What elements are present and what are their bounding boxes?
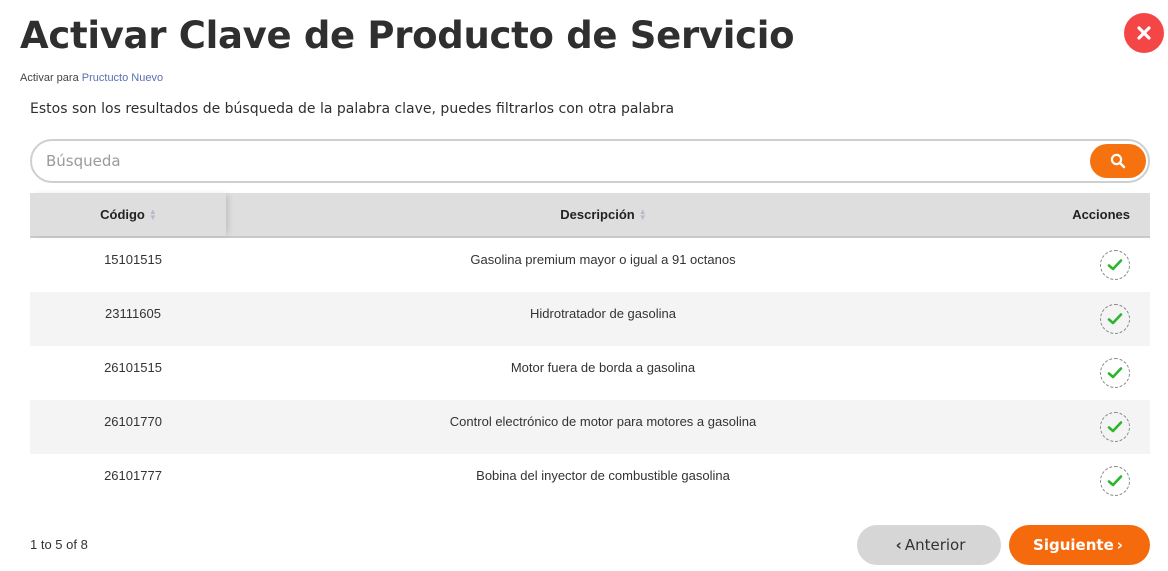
row-actions xyxy=(970,358,1150,388)
page-title: Activar Clave de Producto de Servicio xyxy=(20,14,795,57)
table-header: Código ▲ ▼ Descripción ▲ ▼ Acciones xyxy=(30,193,1150,238)
row-code: 15101515 xyxy=(104,251,162,267)
breadcrumb: Activar para Pructucto Nuevo xyxy=(20,72,163,84)
row-description: Hidrotratador de gasolina xyxy=(530,305,676,321)
table-row: 26101777 Bobina del inyector de combusti… xyxy=(30,454,1150,508)
column-header-description[interactable]: Descripción ▲ ▼ xyxy=(226,193,980,236)
search-bar xyxy=(30,139,1150,183)
row-actions xyxy=(970,250,1150,280)
check-icon xyxy=(1107,475,1123,487)
row-description: Bobina del inyector de combustible gasol… xyxy=(476,467,730,483)
column-code-label: Código xyxy=(100,207,145,222)
chevron-right-icon: › xyxy=(1116,536,1123,554)
previous-button[interactable]: ‹ Anterior xyxy=(857,525,1001,565)
column-actions-label: Acciones xyxy=(1072,207,1130,222)
check-icon xyxy=(1107,259,1123,271)
row-actions xyxy=(970,304,1150,334)
column-header-code[interactable]: Código ▲ ▼ xyxy=(30,193,226,236)
row-description: Gasolina premium mayor o igual a 91 octa… xyxy=(470,251,736,267)
close-button[interactable] xyxy=(1124,13,1164,53)
select-button[interactable] xyxy=(1100,358,1130,388)
select-button[interactable] xyxy=(1100,304,1130,334)
chevron-left-icon: ‹ xyxy=(895,536,902,554)
row-code: 26101515 xyxy=(104,359,162,375)
table-row: 26101515 Motor fuera de borda a gasolina xyxy=(30,346,1150,400)
search-icon xyxy=(1110,153,1126,169)
row-actions xyxy=(970,412,1150,442)
pagination-info: 1 to 5 of 8 xyxy=(30,537,88,552)
row-code: 23111605 xyxy=(105,305,161,321)
search-button[interactable] xyxy=(1090,144,1146,178)
next-label: Siguiente xyxy=(1033,536,1114,554)
row-actions xyxy=(970,466,1150,496)
column-description-label: Descripción xyxy=(560,207,635,222)
row-code: 26101777 xyxy=(104,467,162,483)
previous-label: Anterior xyxy=(904,536,966,554)
sort-icon: ▲ ▼ xyxy=(638,206,647,222)
row-description: Motor fuera de borda a gasolina xyxy=(510,359,696,375)
subtitle-prefix: Activar para xyxy=(20,72,79,84)
product-link[interactable]: Pructucto Nuevo xyxy=(82,72,163,84)
next-button[interactable]: Siguiente › xyxy=(1009,525,1150,565)
sort-icon: ▲ ▼ xyxy=(148,206,157,222)
select-button[interactable] xyxy=(1100,466,1130,496)
select-button[interactable] xyxy=(1100,250,1130,280)
column-header-actions: Acciones xyxy=(980,193,1150,236)
results-table: Código ▲ ▼ Descripción ▲ ▼ Acciones 151015… xyxy=(30,193,1150,508)
close-icon xyxy=(1137,26,1151,40)
check-icon xyxy=(1107,313,1123,325)
check-icon xyxy=(1107,367,1123,379)
search-input[interactable] xyxy=(46,149,1076,173)
table-row: 26101770 Control electrónico de motor pa… xyxy=(30,400,1150,454)
table-row: 23111605 Hidrotratador de gasolina xyxy=(30,292,1150,346)
row-description: Control electrónico de motor para motore… xyxy=(449,413,757,429)
intro-text: Estos son los resultados de búsqueda de … xyxy=(30,101,675,117)
table-row: 15101515 Gasolina premium mayor o igual … xyxy=(30,238,1150,292)
select-button[interactable] xyxy=(1100,412,1130,442)
check-icon xyxy=(1107,421,1123,433)
row-code: 26101770 xyxy=(104,413,162,429)
